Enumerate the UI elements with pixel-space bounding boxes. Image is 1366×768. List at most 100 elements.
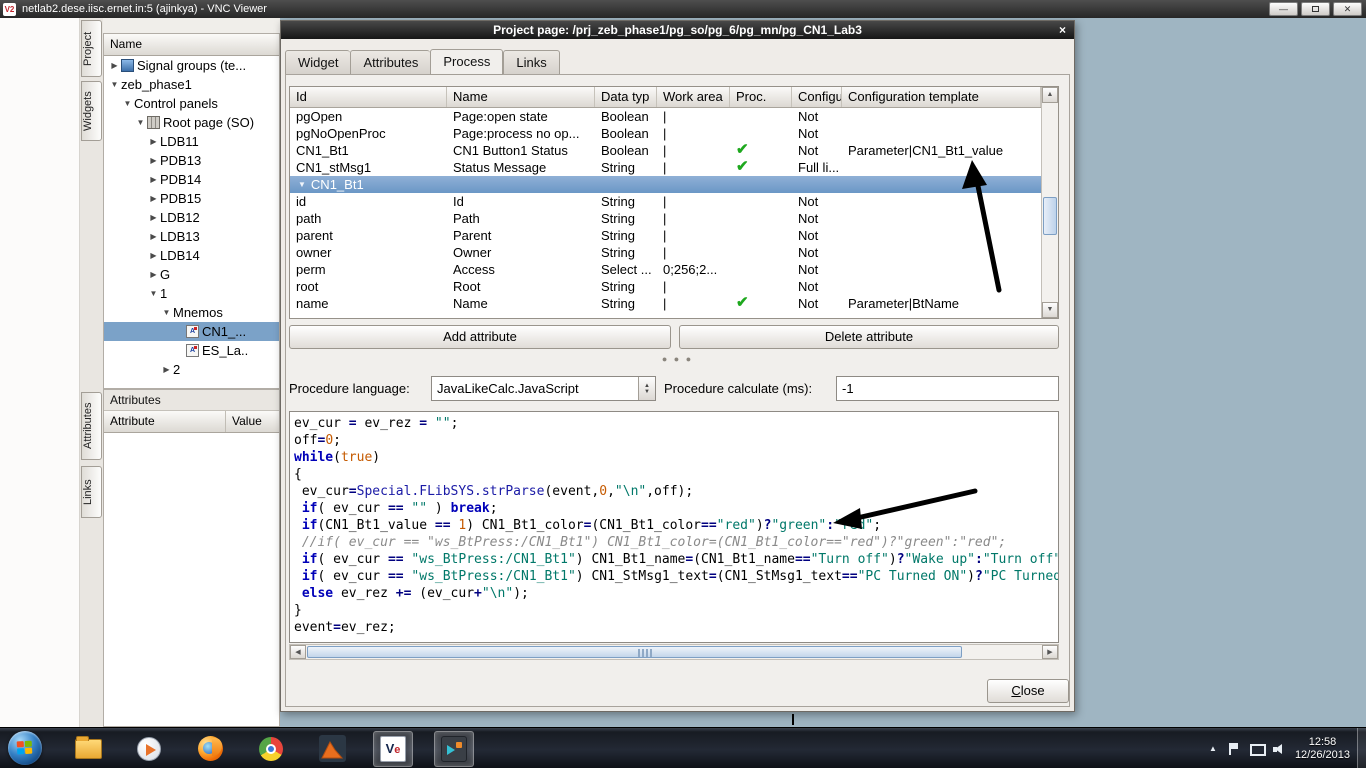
cell-id: CN1_stMsg1: [290, 159, 447, 176]
col-template[interactable]: Configuration template: [842, 87, 1041, 107]
taskbar-clock[interactable]: 12:58 12/26/2013: [1295, 736, 1350, 762]
tree-item-pdb15[interactable]: ▶PDB15: [104, 189, 279, 208]
taskbar-item-explorer[interactable]: [68, 731, 108, 767]
dialog-close-icon[interactable]: ×: [1059, 21, 1066, 39]
collapsed-arrow-icon[interactable]: ▶: [147, 189, 160, 208]
attribute-row-CN1_Bt1[interactable]: CN1_Bt1CN1 Button1 StatusBoolean|✔NotPar…: [290, 142, 1041, 159]
vertical-scrollbar[interactable]: ▲ ▼: [1041, 87, 1058, 318]
horizontal-scrollbar[interactable]: ◀ ▶: [289, 644, 1059, 660]
add-attribute-button[interactable]: Add attribute: [289, 325, 671, 349]
tree-item-ldb14[interactable]: ▶LDB14: [104, 246, 279, 265]
delete-attribute-button[interactable]: Delete attribute: [679, 325, 1059, 349]
taskbar-item-matlab[interactable]: [312, 731, 352, 767]
taskbar-item-graphics-app[interactable]: [434, 731, 474, 767]
tree-item-2[interactable]: ▶2: [104, 360, 279, 379]
col-name[interactable]: Name: [447, 87, 595, 107]
procedure-calc-input[interactable]: [836, 376, 1059, 401]
volume-icon[interactable]: [1272, 742, 1286, 756]
collapsed-arrow-icon[interactable]: ▶: [147, 246, 160, 265]
procedure-language-select[interactable]: JavaLikeCalc.JavaScript ▲▼: [431, 376, 656, 401]
tree-item-es-la[interactable]: ▶AES_La..: [104, 341, 279, 360]
collapsed-arrow-icon[interactable]: ▶: [108, 56, 121, 75]
dock-tab-widgets[interactable]: Widgets: [81, 81, 102, 141]
collapsed-arrow-icon[interactable]: ▶: [147, 132, 160, 151]
expanded-arrow-icon[interactable]: ▼: [298, 180, 306, 189]
taskbar-item-firefox[interactable]: [190, 731, 230, 767]
tree-item-1[interactable]: ▼1: [104, 284, 279, 303]
dock-tab-attributes[interactable]: Attributes: [81, 392, 102, 460]
spinner-icon[interactable]: ▲▼: [638, 377, 655, 400]
attribute-row-CN1_stMsg1[interactable]: CN1_stMsg1Status MessageString|✔Full li.…: [290, 159, 1041, 176]
taskbar-item-chrome[interactable]: [251, 731, 291, 767]
taskbar-item-vnc-viewer[interactable]: Ve: [373, 731, 413, 767]
col-workarea[interactable]: Work area: [657, 87, 730, 107]
tree-item-cn1[interactable]: ▶ACN1_...: [104, 322, 279, 341]
attribute-row-parent[interactable]: parentParentString|Not: [290, 227, 1041, 244]
tree-item-control-panels[interactable]: ▼Control panels: [104, 94, 279, 113]
attribute-row-root[interactable]: rootRootString|Not: [290, 278, 1041, 295]
collapsed-arrow-icon[interactable]: ▶: [147, 151, 160, 170]
cell-template: [842, 159, 1041, 176]
expanded-arrow-icon[interactable]: ▼: [160, 303, 173, 322]
col-config[interactable]: Configu: [792, 87, 842, 107]
tree-item-mnemos[interactable]: ▼Mnemos: [104, 303, 279, 322]
close-window-button[interactable]: ✕: [1333, 2, 1362, 16]
tree-item-pdb13[interactable]: ▶PDB13: [104, 151, 279, 170]
tree-item-signal-groups-te[interactable]: ▶Signal groups (te...: [104, 56, 279, 75]
attribute-row-pgOpen[interactable]: pgOpenPage:open stateBoolean|Not: [290, 108, 1041, 125]
collapsed-arrow-icon[interactable]: ▶: [147, 227, 160, 246]
tree-item-ldb12[interactable]: ▶LDB12: [104, 208, 279, 227]
attribute-row-id[interactable]: idIdString|Not: [290, 193, 1041, 210]
dock-tab-links[interactable]: Links: [81, 466, 102, 518]
dock-tab-project[interactable]: Project: [81, 20, 102, 77]
attribute-row-owner[interactable]: ownerOwnerString|Not: [290, 244, 1041, 261]
minimize-button[interactable]: —: [1269, 2, 1298, 16]
expanded-arrow-icon[interactable]: ▼: [147, 284, 160, 303]
taskbar-item-media-player[interactable]: [129, 731, 169, 767]
attribute-row-path[interactable]: pathPathString|Not: [290, 210, 1041, 227]
expanded-arrow-icon[interactable]: ▼: [108, 75, 121, 94]
collapsed-arrow-icon[interactable]: ▶: [147, 265, 160, 284]
collapsed-arrow-icon[interactable]: ▶: [147, 208, 160, 227]
show-hidden-icons-icon[interactable]: ▲: [1209, 744, 1217, 753]
tree-item-ldb13[interactable]: ▶LDB13: [104, 227, 279, 246]
action-center-icon[interactable]: [1226, 742, 1240, 756]
tree-item-g[interactable]: ▶G: [104, 265, 279, 284]
tab-links[interactable]: Links: [503, 50, 559, 75]
tree-item-pdb14[interactable]: ▶PDB14: [104, 170, 279, 189]
attribute-row-name[interactable]: nameNameString|✔NotParameter|BtName: [290, 295, 1041, 312]
scrollbar-thumb[interactable]: [307, 646, 962, 658]
col-proc[interactable]: Proc.: [730, 87, 792, 107]
show-desktop-button[interactable]: [1357, 728, 1366, 768]
collapsed-arrow-icon[interactable]: ▶: [160, 360, 173, 379]
tree-item-ldb11[interactable]: ▶LDB11: [104, 132, 279, 151]
scroll-down-icon[interactable]: ▼: [1042, 302, 1058, 318]
tab-process[interactable]: Process: [430, 49, 503, 75]
attributes-col-attribute[interactable]: Attribute: [104, 411, 226, 432]
col-datatype[interactable]: Data typ: [595, 87, 657, 107]
splitter-handle[interactable]: ● ● ●: [281, 355, 1074, 363]
scroll-up-icon[interactable]: ▲: [1042, 87, 1058, 103]
attribute-row-perm[interactable]: permAccessSelect ...0;256;2...Not: [290, 261, 1041, 278]
tree-item-zeb-phase1[interactable]: ▼zeb_phase1: [104, 75, 279, 94]
expanded-arrow-icon[interactable]: ▼: [134, 113, 147, 132]
expanded-arrow-icon[interactable]: ▼: [121, 94, 134, 113]
start-button[interactable]: [8, 731, 42, 765]
procedure-code-editor[interactable]: ev_cur = ev_rez = "";off=0;while(true){ …: [289, 411, 1059, 643]
attribute-row-pgNoOpenProc[interactable]: pgNoOpenProcPage:process no op...Boolean…: [290, 125, 1041, 142]
tab-attributes[interactable]: Attributes: [350, 50, 430, 75]
attributes-col-value[interactable]: Value: [226, 411, 279, 432]
tab-widget[interactable]: Widget: [285, 50, 350, 75]
attribute-group-row[interactable]: ▼CN1_Bt1: [290, 176, 1041, 193]
scroll-left-icon[interactable]: ◀: [290, 645, 306, 659]
col-id[interactable]: Id: [290, 87, 447, 107]
tree-column-header[interactable]: Name: [104, 34, 279, 56]
close-button[interactable]: Close: [987, 679, 1069, 703]
scroll-right-icon[interactable]: ▶: [1042, 645, 1058, 659]
network-icon[interactable]: [1249, 742, 1263, 756]
scrollbar-thumb[interactable]: [1043, 197, 1057, 235]
maximize-button[interactable]: [1301, 2, 1330, 16]
collapsed-arrow-icon[interactable]: ▶: [147, 170, 160, 189]
tree-item-root-page-so[interactable]: ▼Root page (SO): [104, 113, 279, 132]
dialog-titlebar[interactable]: Project page: /prj_zeb_phase1/pg_so/pg_6…: [281, 21, 1074, 39]
